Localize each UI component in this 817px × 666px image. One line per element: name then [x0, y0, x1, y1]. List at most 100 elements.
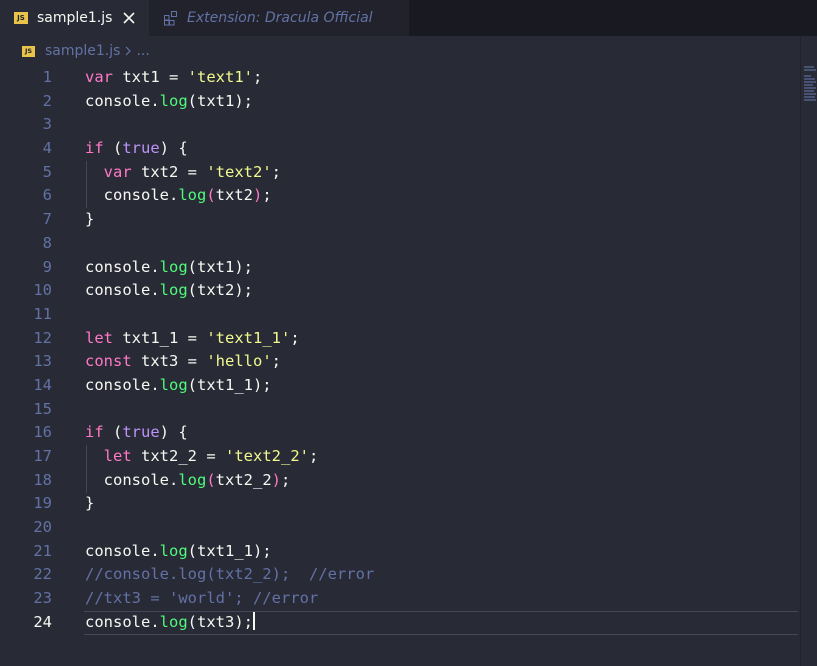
indent-guide — [86, 445, 87, 493]
code-line[interactable]: 13 const txt3 = 'hello'; — [0, 350, 800, 374]
code-token: //console.log(txt2_2); //error — [85, 565, 375, 584]
code-token: log — [159, 281, 188, 300]
code-text: console.log(txt1); — [85, 90, 253, 114]
js-file-icon: JS — [22, 45, 35, 57]
code-token: (txt3); — [187, 612, 253, 631]
indent-guide — [86, 160, 87, 209]
tab-extension-dracula[interactable]: Extension: Dracula Official — [149, 0, 409, 36]
tab-sample1-js[interactable]: JS sample1.js — [0, 0, 149, 36]
line-number: 23 — [33, 589, 52, 608]
minimap[interactable] — [804, 66, 817, 116]
code-text: var txt1 = 'text1'; — [85, 66, 262, 90]
code-line[interactable]: 1 var txt1 = 'text1'; — [0, 66, 800, 90]
code-token: console. — [85, 281, 160, 300]
chevron-right-icon — [124, 45, 132, 57]
code-line[interactable]: 6 console.log(txt2); — [0, 184, 800, 208]
code-token: 'text2' — [206, 162, 272, 181]
code-token: console. — [85, 541, 160, 560]
tab-label: sample1.js — [37, 10, 113, 26]
code-line[interactable]: 2 console.log(txt1); — [0, 90, 800, 114]
code-line[interactable]: 22 //console.log(txt2_2); //error — [0, 563, 800, 587]
code-token: txt3 = — [131, 352, 207, 371]
code-text: console.log(txt2_2); — [85, 469, 291, 493]
code-token: log — [159, 612, 188, 631]
code-line[interactable]: 12 let txt1_1 = 'text1_1'; — [0, 327, 800, 351]
js-file-icon: JS — [14, 12, 28, 24]
code-line[interactable]: 7} — [0, 208, 800, 232]
breadcrumb: JS sample1.js ... — [0, 36, 668, 66]
code-line[interactable]: 14 console.log(txt1_1); — [0, 374, 800, 398]
code-token: 'hello' — [206, 352, 272, 371]
code-line[interactable]: 9 console.log(txt1); — [0, 256, 800, 280]
code-text: console.log(txt1_1); — [85, 540, 272, 564]
code-token: ( — [206, 470, 216, 489]
line-number: 1 — [42, 68, 52, 86]
code-line[interactable]: 10 console.log(txt2); — [0, 279, 800, 303]
code-token: ; — [290, 328, 300, 347]
line-number: 17 — [33, 447, 52, 465]
line-number: 12 — [33, 328, 52, 347]
tab-bar: JS sample1.js Extension: Dracula Officia… — [0, 0, 817, 36]
code-token: console. — [85, 186, 179, 205]
code-token: ; — [309, 447, 319, 465]
line-number: 18 — [33, 470, 52, 489]
code-line[interactable]: 4 if (true) { — [0, 137, 800, 161]
code-line[interactable]: 16 if (true) { — [0, 421, 800, 445]
breadcrumb-file[interactable]: sample1.js — [45, 43, 120, 59]
line-number: 14 — [33, 375, 52, 394]
code-token: (txt1_1); — [187, 541, 272, 560]
code-line[interactable]: 8 — [0, 232, 800, 256]
code-token: ; — [262, 186, 272, 205]
code-editor[interactable]: 1 var txt1 = 'text1'; 2 console.log(txt1); 3… — [0, 66, 800, 666]
code-line[interactable]: 5 var txt2 = 'text2'; — [0, 161, 800, 185]
code-token: log — [159, 541, 188, 560]
line-number: 6 — [42, 186, 52, 205]
code-token: txt2_2 = — [131, 447, 225, 465]
code-text: //txt3 = 'world'; //error — [85, 587, 318, 611]
line-number: 21 — [33, 541, 52, 560]
code-token: ) { — [159, 139, 188, 158]
line-number: 20 — [33, 518, 52, 537]
code-token: 'text1' — [187, 68, 253, 86]
code-token: ; — [281, 470, 291, 489]
code-line[interactable]: 23 //txt3 = 'world'; //error — [0, 587, 800, 611]
close-icon[interactable] — [122, 11, 136, 25]
code-token: (txt2); — [187, 281, 253, 300]
code-line[interactable]: 19} — [0, 492, 800, 516]
line-number: 9 — [42, 257, 52, 276]
code-token: if — [85, 423, 104, 442]
code-line[interactable]: 17 let txt2_2 = 'text2_2'; — [0, 445, 800, 469]
code-token: txt1_1 = — [113, 328, 207, 347]
code-token: log — [159, 257, 188, 276]
code-token: true — [122, 139, 160, 158]
editor-window: JS sample1.js Extension: Dracula Officia… — [0, 0, 817, 666]
tab-label: Extension: Dracula Official — [187, 10, 373, 26]
code-token: log — [178, 186, 207, 205]
code-token: const — [85, 352, 132, 371]
code-line[interactable]: 21 console.log(txt1_1); — [0, 540, 800, 564]
code-token: //txt3 = 'world'; //error — [85, 589, 319, 608]
code-token: (txt1); — [187, 257, 253, 276]
code-line[interactable]: 24 console.log(txt3); — [0, 610, 800, 635]
code-token: if — [85, 139, 104, 158]
code-token: } — [85, 210, 95, 229]
code-line[interactable]: 15 — [0, 398, 800, 422]
code-line[interactable]: 20 — [0, 516, 800, 540]
code-text: if (true) { — [85, 137, 188, 161]
code-line[interactable]: 3 — [0, 113, 800, 137]
code-token: txt2 — [215, 186, 253, 205]
code-token: txt1 = — [113, 68, 188, 86]
code-line[interactable]: 11 — [0, 303, 800, 327]
breadcrumb-more[interactable]: ... — [136, 43, 149, 59]
code-token: let — [103, 447, 132, 465]
code-text: let txt1_1 = 'text1_1'; — [85, 327, 300, 351]
code-token: true — [122, 423, 160, 442]
editor-divider — [800, 36, 801, 666]
line-number: 16 — [33, 423, 52, 442]
line-number: 4 — [42, 139, 52, 158]
code-token: ) — [271, 470, 282, 489]
code-token: log — [178, 470, 207, 489]
code-line[interactable]: 18 console.log(txt2_2); — [0, 469, 800, 493]
